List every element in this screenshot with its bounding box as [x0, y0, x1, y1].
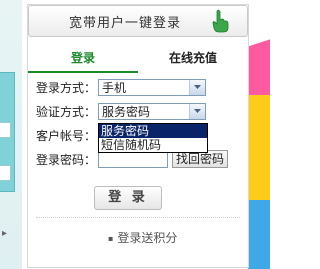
verify-method-label: 验证方式： — [36, 104, 97, 119]
login-method-select[interactable]: 手机 — [98, 78, 206, 96]
dropdown-option-sms-code[interactable]: 短信随机码 — [99, 138, 207, 152]
verify-method-value: 服务密码 — [102, 104, 151, 119]
divider — [36, 217, 240, 218]
hand-pointer-icon — [212, 9, 229, 33]
login-method-label: 登录方式： — [36, 80, 97, 95]
banner-decoration — [248, 95, 270, 205]
left-arrow-icon: ▸ — [2, 228, 8, 239]
broadband-one-click-login-button[interactable]: 宽带用户一键登录 — [28, 5, 248, 37]
login-tabs: 登录 在线充值 — [28, 45, 248, 73]
verify-method-row: 验证方式： 服务密码 — [36, 101, 206, 121]
login-method-value: 手机 — [102, 80, 127, 95]
chevron-down-icon[interactable] — [189, 79, 205, 95]
login-panel: 宽带用户一键登录 登录 在线充值 登录方式： 手机 验证方式： 服务密码 服务密… — [27, 4, 249, 268]
verify-method-select[interactable]: 服务密码 — [98, 102, 206, 120]
login-method-row: 登录方式： 手机 — [36, 77, 206, 97]
promo-link[interactable]: ▪ 登录送积分 — [108, 229, 177, 246]
left-page-edge: ▸ — [0, 0, 22, 269]
tab-login[interactable]: 登录 — [28, 45, 138, 73]
password-label: 登录密码： — [36, 152, 97, 167]
right-banner-edge — [248, 0, 270, 269]
promo-text: 登录送积分 — [117, 231, 178, 245]
broadband-login-label: 宽带用户一键登录 — [69, 15, 182, 31]
banner-decoration — [248, 200, 270, 269]
chevron-down-icon[interactable] — [189, 103, 205, 119]
login-button[interactable]: 登 录 — [94, 186, 162, 210]
account-label: 客户帐号： — [36, 128, 97, 143]
tab-online-recharge[interactable]: 在线充值 — [138, 45, 248, 71]
dropdown-option-service-password[interactable]: 服务密码 — [99, 124, 207, 138]
left-field-fragment — [0, 165, 11, 181]
left-field-fragment — [0, 122, 11, 138]
verify-method-dropdown: 服务密码 短信随机码 — [98, 123, 208, 153]
bullet-icon: ▪ — [108, 234, 114, 243]
